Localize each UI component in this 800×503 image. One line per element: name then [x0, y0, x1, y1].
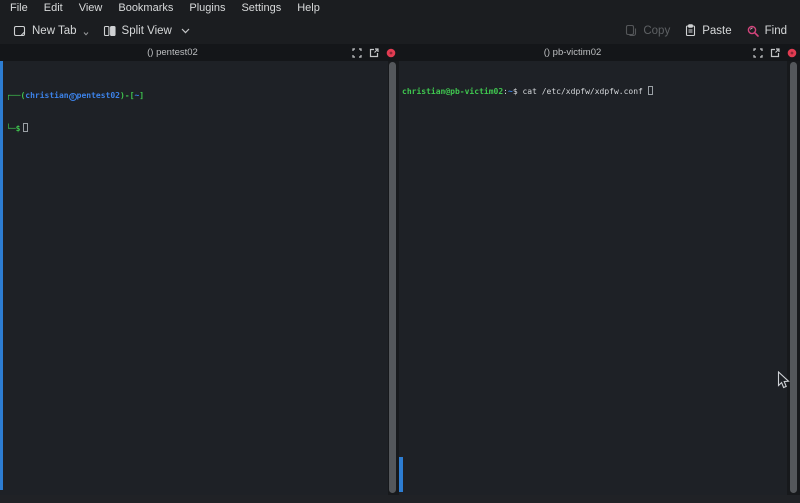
- chevron-down-icon: [83, 32, 89, 36]
- find-button[interactable]: Find: [739, 21, 794, 41]
- detach-view-icon[interactable]: [770, 48, 780, 58]
- menu-file[interactable]: File: [2, 0, 36, 17]
- prompt-frame: )-[: [120, 91, 134, 100]
- paste-button[interactable]: Paste: [677, 21, 738, 40]
- copy-icon: [625, 24, 638, 37]
- scrollbar-track[interactable]: [787, 61, 800, 495]
- prompt-line: christian@pb-victim02:~$ cat /etc/xdpfw/…: [402, 86, 800, 97]
- terminal-output: christian@pb-victim02:~$ cat /etc/xdpfw/…: [399, 61, 800, 119]
- scrollbar-thumb[interactable]: [790, 62, 797, 493]
- prompt-frame: ]: [139, 91, 144, 100]
- prompt-host: pentest02: [77, 91, 120, 100]
- terminal-cursor: [648, 86, 653, 95]
- toolbar: New Tab Split View Copy: [0, 17, 800, 44]
- scrolled-lines-marker: [399, 457, 403, 492]
- prompt-user: christian: [25, 91, 68, 100]
- typed-command: cat /etc/xdpfw/xdpfw.conf: [518, 87, 648, 96]
- terminal-split-container: ┌──(christian@pentest02)-[~] └─$ christi…: [0, 61, 800, 495]
- menu-help[interactable]: Help: [289, 0, 328, 17]
- pane-title: () pb-victim02: [399, 47, 746, 58]
- pane-accent-line: [0, 61, 3, 490]
- find-icon: [746, 24, 760, 38]
- close-view-icon[interactable]: [386, 48, 396, 58]
- close-view-icon[interactable]: [787, 48, 797, 58]
- pane-header-pb-victim02[interactable]: () pb-victim02: [399, 44, 800, 61]
- menu-settings[interactable]: Settings: [233, 0, 289, 17]
- new-tab-button[interactable]: New Tab: [6, 21, 96, 41]
- split-view-label: Split View: [122, 25, 172, 37]
- window-bottom-strip: [0, 495, 800, 503]
- terminal-pane-pentest02[interactable]: ┌──(christian@pentest02)-[~] └─$: [0, 61, 388, 495]
- split-view-headers: () pentest02 () pb-victim02: [0, 44, 800, 61]
- prompt-line-2: └─$: [6, 123, 388, 134]
- terminal-output: ┌──(christian@pentest02)-[~] └─$: [0, 61, 388, 156]
- menu-plugins[interactable]: Plugins: [181, 0, 233, 17]
- paste-icon: [684, 24, 697, 37]
- detach-view-icon[interactable]: [369, 48, 379, 58]
- prompt-userhost: christian@pb-victim02: [402, 87, 503, 96]
- kali-at-symbol: @: [69, 93, 77, 101]
- paste-label: Paste: [702, 25, 731, 37]
- maximize-view-icon[interactable]: [753, 48, 763, 58]
- menu-view[interactable]: View: [71, 0, 111, 17]
- pane-header-pentest02[interactable]: () pentest02: [0, 44, 399, 61]
- split-view-icon: [103, 24, 117, 38]
- terminal-pane-pb-victim02[interactable]: christian@pb-victim02:~$ cat /etc/xdpfw/…: [399, 61, 800, 495]
- find-label: Find: [765, 25, 787, 37]
- terminal-cursor: [23, 123, 28, 132]
- prompt-line-1: ┌──(christian@pentest02)-[~]: [6, 90, 388, 101]
- copy-button[interactable]: Copy: [618, 21, 677, 40]
- split-view-button[interactable]: Split View: [96, 21, 197, 41]
- menu-edit[interactable]: Edit: [36, 0, 71, 17]
- new-tab-label: New Tab: [32, 25, 77, 37]
- pane-divider[interactable]: [388, 61, 399, 495]
- prompt-dollar: └─$: [6, 124, 20, 133]
- menu-bookmarks[interactable]: Bookmarks: [110, 0, 181, 17]
- chevron-down-icon: [181, 28, 190, 34]
- scrollbar-thumb[interactable]: [389, 62, 396, 493]
- maximize-view-icon[interactable]: [352, 48, 362, 58]
- menubar: File Edit View Bookmarks Plugins Setting…: [0, 0, 800, 17]
- copy-label: Copy: [643, 25, 670, 37]
- prompt-frame: ┌──(: [6, 91, 25, 100]
- tab-new-icon: [13, 24, 27, 38]
- pane-title: () pentest02: [0, 47, 345, 58]
